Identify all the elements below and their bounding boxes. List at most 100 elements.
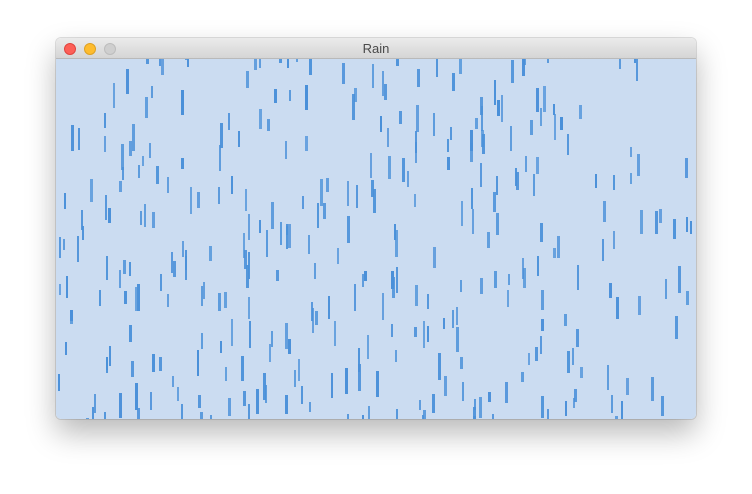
rain-drop: [263, 373, 266, 400]
rain-drop: [309, 402, 311, 412]
rain-drop: [619, 59, 621, 69]
rain-drop: [58, 374, 60, 391]
rain-drop: [419, 400, 421, 410]
rain-drop: [285, 141, 287, 159]
rain-drop: [302, 196, 304, 209]
rain-drop: [423, 321, 425, 348]
rain-drop: [248, 404, 250, 419]
rain-drop: [470, 143, 473, 162]
rain-drop: [510, 126, 512, 151]
rain-drop: [280, 222, 282, 245]
rain-drop: [396, 59, 399, 66]
rain-drop: [203, 282, 205, 299]
rain-drop: [249, 321, 251, 348]
rain-drop: [372, 64, 374, 88]
rain-drop: [456, 307, 458, 325]
rain-drop: [245, 189, 247, 211]
rain-drop: [613, 175, 615, 190]
rain-drop: [323, 203, 326, 219]
rain-drawing: [56, 59, 696, 419]
rain-drop: [493, 192, 496, 212]
rain-drop: [220, 123, 223, 148]
rain-drop: [231, 319, 233, 346]
rain-drop: [450, 127, 452, 140]
rain-drop: [460, 280, 462, 292]
rain-drop: [473, 416, 476, 419]
rain-drop: [181, 90, 184, 115]
rain-drop: [521, 372, 524, 382]
rain-drop: [638, 296, 641, 315]
rain-drop: [123, 260, 126, 274]
rain-drop: [135, 287, 137, 311]
rain-drop: [231, 176, 233, 194]
rain-drop: [528, 353, 530, 365]
rain-drop: [64, 193, 66, 209]
rain-drop: [286, 226, 288, 249]
rain-drop: [416, 105, 419, 132]
rain-drop: [279, 59, 282, 63]
rain-drop: [328, 296, 330, 319]
rain-drop: [259, 220, 261, 233]
rain-drop: [271, 202, 274, 229]
rain-drop: [423, 410, 426, 419]
rain-drop: [675, 316, 678, 339]
rain-drop: [142, 156, 144, 166]
rain-drop: [314, 263, 316, 279]
rain-drop: [187, 59, 189, 67]
rain-drop: [200, 412, 203, 419]
rain-drop: [159, 59, 161, 66]
rain-drop: [494, 80, 496, 105]
rain-drop: [172, 376, 174, 387]
rain-drop: [447, 157, 450, 170]
rain-drop: [414, 194, 416, 207]
rain-drop: [613, 231, 615, 249]
rain-drop: [248, 297, 250, 319]
rain-drop: [636, 59, 638, 81]
rain-drop: [259, 59, 261, 68]
rain-drop: [452, 73, 455, 91]
rain-drop: [621, 401, 623, 419]
rain-drop: [686, 291, 689, 305]
rain-drop: [516, 172, 519, 190]
rain-drop: [285, 323, 288, 349]
rain-drop: [665, 279, 667, 299]
rain-drop: [362, 415, 364, 419]
rain-drop: [501, 95, 503, 122]
rain-drop: [611, 395, 613, 413]
rain-drop: [560, 117, 563, 130]
rain-drop: [595, 174, 597, 188]
title-bar[interactable]: Rain: [56, 38, 696, 59]
rain-drop: [90, 179, 93, 202]
rain-drop: [288, 339, 291, 354]
rain-drop: [173, 261, 176, 277]
rain-drop: [497, 100, 500, 116]
rain-drop: [630, 147, 632, 157]
rain-drop: [71, 125, 74, 151]
rain-drop: [271, 331, 273, 347]
rain-drop: [243, 391, 246, 406]
rain-drop: [228, 398, 231, 416]
rain-drop: [311, 302, 313, 321]
rain-drop: [294, 370, 296, 387]
rain-drop: [159, 357, 162, 371]
rain-drop: [634, 59, 636, 63]
rain-drop: [640, 210, 643, 234]
rain-drop: [540, 223, 543, 242]
rain-drop: [190, 187, 192, 214]
rain-drop: [690, 221, 692, 234]
rain-drop: [482, 134, 485, 154]
rain-drop: [511, 60, 514, 83]
rain-drop: [156, 166, 159, 184]
rain-drop: [238, 131, 240, 147]
rain-drop: [564, 314, 567, 326]
rain-drop: [387, 128, 389, 147]
rain-drop: [508, 274, 510, 285]
rain-drop: [651, 377, 654, 401]
rain-drop: [536, 88, 539, 112]
rain-drop: [396, 267, 398, 293]
rain-drop: [301, 386, 303, 404]
rain-drop: [135, 383, 138, 410]
rain-drop: [167, 177, 169, 193]
rain-drop: [315, 311, 318, 325]
rain-drop: [66, 276, 68, 298]
